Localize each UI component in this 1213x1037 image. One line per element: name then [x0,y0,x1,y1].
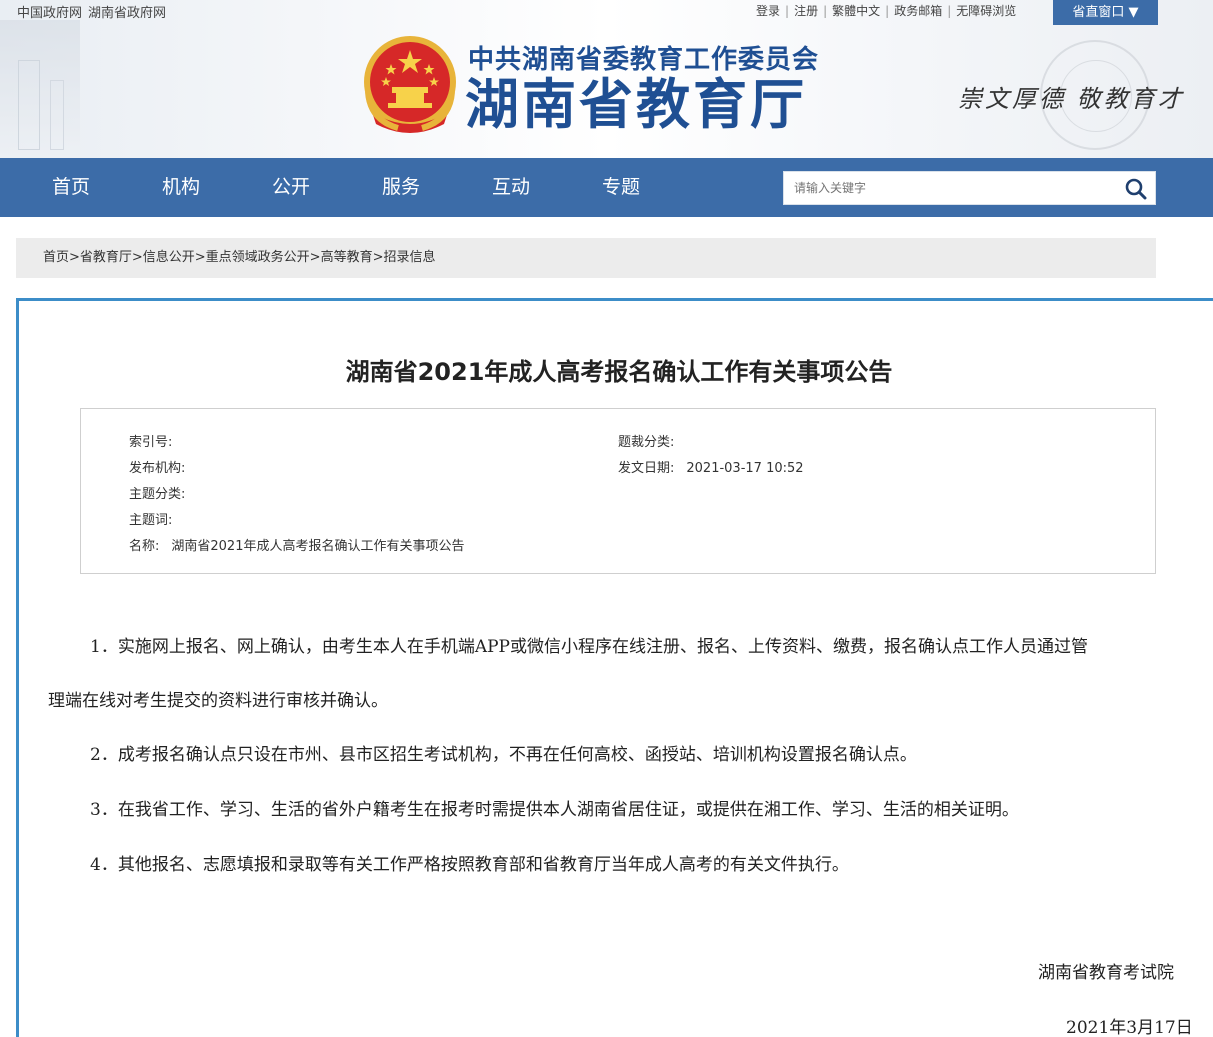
paragraph-1-line-2: 理端在线对考生提交的资料进行审核并确认。 [48,691,388,711]
site-header: 中国政府网 湖南省政府网 登录 | 注册 | 繁體中文 | 政务邮箱 | 无障碍浏览 省直窗口 ▼… [0,0,1213,158]
accessibility-link[interactable]: 无障碍浏览 [956,4,1016,18]
hunan-gov-link[interactable]: 湖南省政府网 [88,6,166,21]
paragraph-1-line-1: 1．实施网上报名、网上确认，由考生本人在手机端APP或微信小程序在线注册、报名、… [90,637,1088,657]
search-icon[interactable] [1125,178,1147,200]
nav-home[interactable]: 首页 [31,158,111,217]
header-decoration [0,20,80,158]
meta-genre: 题裁分类: [618,431,686,450]
logo-line2: 湖南省教育厅 [465,73,807,136]
meta-date-value: 2021-03-17 10:52 [686,461,804,476]
meta-date-label: 发文日期: [618,461,675,476]
gov-mail-link[interactable]: 政务邮箱 [894,4,942,18]
article-title: 湖南省2021年成人高考报名确认工作有关事项公告 [345,358,893,386]
meta-index-label: 索引号: [129,435,173,450]
province-window-button[interactable]: 省直窗口 ▼ [1053,0,1158,25]
nav-organization[interactable]: 机构 [141,158,221,217]
meta-date: 发文日期: 2021-03-17 10:52 [618,457,804,476]
meta-genre-label: 题裁分类: [618,435,675,450]
signer: 湖南省教育考试院 [1038,963,1174,983]
paragraph-2: 2．成考报名确认点只设在市州、县市区招生考试机构，不再在任何高校、函授站、培训机… [90,745,917,765]
top-left-links: 中国政府网 湖南省政府网 [17,2,172,21]
nav-disclosure[interactable]: 公开 [251,158,331,217]
slogan: 崇文厚德 敬教育才 [958,85,1185,113]
meta-index: 索引号: [129,431,184,450]
search-input[interactable] [784,172,1114,204]
meta-name: 名称: 湖南省2021年成人高考报名确认工作有关事项公告 [129,535,464,554]
national-emblem-icon [364,36,456,133]
meta-name-label: 名称: [129,539,160,554]
traditional-chinese-link[interactable]: 繁體中文 [832,4,880,18]
login-link[interactable]: 登录 [756,4,780,18]
meta-publisher-label: 发布机构: [129,461,186,476]
paragraph-3: 3．在我省工作、学习、生活的省外户籍考生在报考时需提供本人湖南省居住证，或提供在… [90,800,1019,820]
sign-date: 2021年3月17日 [1066,1018,1193,1037]
gov-link[interactable]: 中国政府网 [17,6,82,21]
meta-topic-label: 主题分类: [129,487,186,502]
meta-keywords: 主题词: [129,509,184,528]
register-link[interactable]: 注册 [794,4,818,18]
nav-interaction[interactable]: 互动 [471,158,551,217]
search-box [783,171,1156,205]
meta-name-value: 湖南省2021年成人高考报名确认工作有关事项公告 [171,539,465,554]
paragraph-4: 4．其他报名、志愿填报和录取等有关工作严格按照教育部和省教育厅当年成人高考的有关… [90,855,849,875]
nav-topics[interactable]: 专题 [581,158,661,217]
logo-line1: 中共湖南省委教育工作委员会 [468,45,820,75]
top-right-links: 登录 | 注册 | 繁體中文 | 政务邮箱 | 无障碍浏览 [756,4,1017,18]
breadcrumb[interactable]: 首页>省教育厅>信息公开>重点领域政务公开>高等教育>招录信息 [16,238,1156,278]
meta-publisher: 发布机构: [129,457,197,476]
meta-keywords-label: 主题词: [129,513,173,528]
nav-service[interactable]: 服务 [361,158,441,217]
meta-topic: 主题分类: [129,483,197,502]
